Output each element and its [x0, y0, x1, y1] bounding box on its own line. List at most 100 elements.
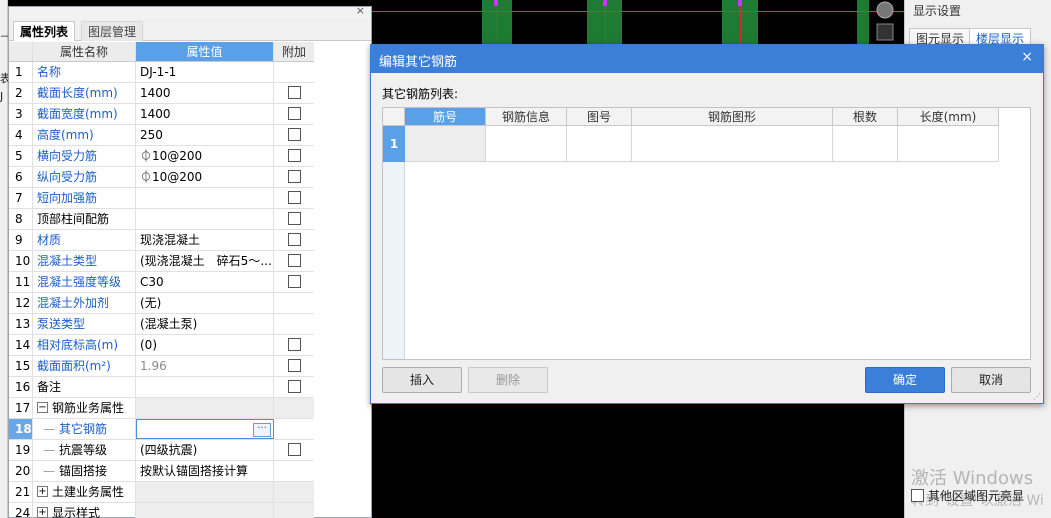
property-value[interactable]: 1400: [136, 104, 274, 124]
cell-rebar-shape[interactable]: [632, 126, 833, 162]
property-value[interactable]: (四级抗震): [136, 440, 274, 460]
property-row[interactable]: 2 截面长度(mm) 1400: [9, 83, 314, 104]
row-number[interactable]: 7: [9, 188, 33, 208]
property-value[interactable]: (0): [136, 335, 274, 355]
resize-grip-icon[interactable]: ⋰: [1033, 392, 1041, 401]
column-header-count[interactable]: 根数: [833, 108, 898, 126]
cell-length[interactable]: [898, 126, 999, 162]
column-header-value[interactable]: 属性值: [136, 42, 274, 61]
row-number[interactable]: 13: [9, 314, 33, 334]
column-header-name[interactable]: 属性名称: [33, 42, 136, 61]
insert-button[interactable]: 插入: [382, 367, 462, 393]
property-row[interactable]: 1 名称 DJ-1-1: [9, 62, 314, 83]
property-add-cell[interactable]: [274, 209, 314, 229]
property-add-cell[interactable]: [274, 251, 314, 271]
row-number[interactable]: 24: [9, 503, 33, 518]
property-row[interactable]: 4 高度(mm) 250: [9, 125, 314, 146]
property-value[interactable]: (混凝土泵): [136, 314, 274, 334]
property-add-cell[interactable]: [274, 104, 314, 124]
property-add-cell[interactable]: [274, 188, 314, 208]
property-value[interactable]: 1400: [136, 83, 274, 103]
property-row[interactable]: 15 截面面积(m²) 1.96: [9, 356, 314, 377]
expand-icon[interactable]: +: [37, 507, 48, 518]
add-checkbox[interactable]: [287, 359, 301, 372]
property-row[interactable]: 17− 钢筋业务属性: [9, 398, 314, 419]
property-row[interactable]: 10 混凝土类型 (现浇混凝土 碎石5～...: [9, 251, 314, 272]
property-row[interactable]: 13 泵送类型 (混凝土泵): [9, 314, 314, 335]
close-icon[interactable]: ×: [1021, 49, 1033, 65]
add-checkbox[interactable]: [287, 254, 301, 267]
column-header-bar-number[interactable]: 筋号: [405, 108, 486, 126]
ellipsis-button[interactable]: ···: [253, 423, 271, 437]
add-checkbox[interactable]: [287, 128, 301, 141]
row-number[interactable]: 1: [383, 126, 405, 162]
collapse-icon[interactable]: −: [37, 402, 48, 413]
property-row[interactable]: 7 短向加强筋: [9, 188, 314, 209]
property-value[interactable]: ⏀10@200: [136, 146, 274, 166]
add-checkbox[interactable]: [287, 275, 301, 288]
row-number[interactable]: 8: [9, 209, 33, 229]
cell-rebar-info[interactable]: [486, 126, 567, 162]
add-checkbox[interactable]: [287, 338, 301, 351]
add-checkbox[interactable]: [287, 86, 301, 99]
add-checkbox[interactable]: [287, 191, 301, 204]
property-row[interactable]: 12 混凝土外加剂 (无): [9, 293, 314, 314]
property-row[interactable]: 20 — 锚固搭接 按默认锚固搭接计算: [9, 461, 314, 482]
property-value[interactable]: [136, 503, 274, 518]
row-number[interactable]: 9: [9, 230, 33, 250]
highlight-checkbox[interactable]: [911, 489, 924, 502]
property-value[interactable]: [136, 377, 274, 397]
row-number[interactable]: 2: [9, 83, 33, 103]
row-number[interactable]: 11: [9, 272, 33, 292]
property-value[interactable]: DJ-1-1: [136, 62, 274, 82]
add-checkbox[interactable]: [287, 212, 301, 225]
column-header-rebar-info[interactable]: 钢筋信息: [486, 108, 567, 126]
property-row[interactable]: 11 混凝土强度等级 C30: [9, 272, 314, 293]
property-add-cell[interactable]: [274, 167, 314, 187]
property-row[interactable]: 8 顶部柱间配筋: [9, 209, 314, 230]
add-checkbox[interactable]: [287, 233, 301, 246]
property-row[interactable]: 19 — 抗震等级 (四级抗震): [9, 440, 314, 461]
column-header-figure-number[interactable]: 图号: [567, 108, 632, 126]
row-number[interactable]: 14: [9, 335, 33, 355]
property-value[interactable]: 1.96: [136, 356, 274, 376]
cell-count[interactable]: [833, 126, 898, 162]
row-number[interactable]: 3: [9, 104, 33, 124]
property-row[interactable]: 5 横向受力筋 ⏀10@200: [9, 146, 314, 167]
row-number[interactable]: 4: [9, 125, 33, 145]
property-row[interactable]: 3 截面宽度(mm) 1400: [9, 104, 314, 125]
column-header-length[interactable]: 长度(mm): [898, 108, 999, 126]
view-cube[interactable]: [869, 0, 901, 44]
property-add-cell[interactable]: [274, 440, 314, 460]
property-value[interactable]: (现浇混凝土 碎石5～...: [136, 251, 274, 271]
dialog-titlebar[interactable]: 编辑其它钢筋 ×: [371, 45, 1043, 73]
row-number[interactable]: 21: [9, 482, 33, 502]
property-add-cell[interactable]: [274, 83, 314, 103]
cell-bar-number[interactable]: [405, 126, 486, 162]
add-checkbox[interactable]: [287, 380, 301, 393]
row-number[interactable]: 5: [9, 146, 33, 166]
row-number[interactable]: 19: [9, 440, 33, 460]
property-value[interactable]: ···: [136, 419, 274, 439]
property-row[interactable]: 21 + 土建业务属性: [9, 482, 314, 503]
close-icon[interactable]: ×: [356, 4, 365, 17]
add-checkbox[interactable]: [287, 107, 301, 120]
ok-button[interactable]: 确定: [865, 367, 945, 393]
row-number[interactable]: 16: [9, 377, 33, 397]
property-value[interactable]: [136, 209, 274, 229]
row-number[interactable]: 17: [9, 398, 33, 418]
property-row[interactable]: 9 材质 现浇混凝土: [9, 230, 314, 251]
tab-property-list[interactable]: 属性列表: [13, 21, 76, 41]
property-add-cell[interactable]: [274, 125, 314, 145]
property-value[interactable]: 250: [136, 125, 274, 145]
property-add-cell[interactable]: [274, 230, 314, 250]
property-value[interactable]: [136, 188, 274, 208]
expand-icon[interactable]: +: [37, 486, 48, 497]
property-add-cell[interactable]: [274, 272, 314, 292]
property-add-cell[interactable]: [274, 356, 314, 376]
property-add-cell[interactable]: [274, 377, 314, 397]
add-checkbox[interactable]: [287, 149, 301, 162]
property-row[interactable]: 14 相对底标高(m) (0): [9, 335, 314, 356]
property-value[interactable]: [136, 398, 274, 418]
property-row[interactable]: 6 纵向受力筋 ⏀10@200: [9, 167, 314, 188]
